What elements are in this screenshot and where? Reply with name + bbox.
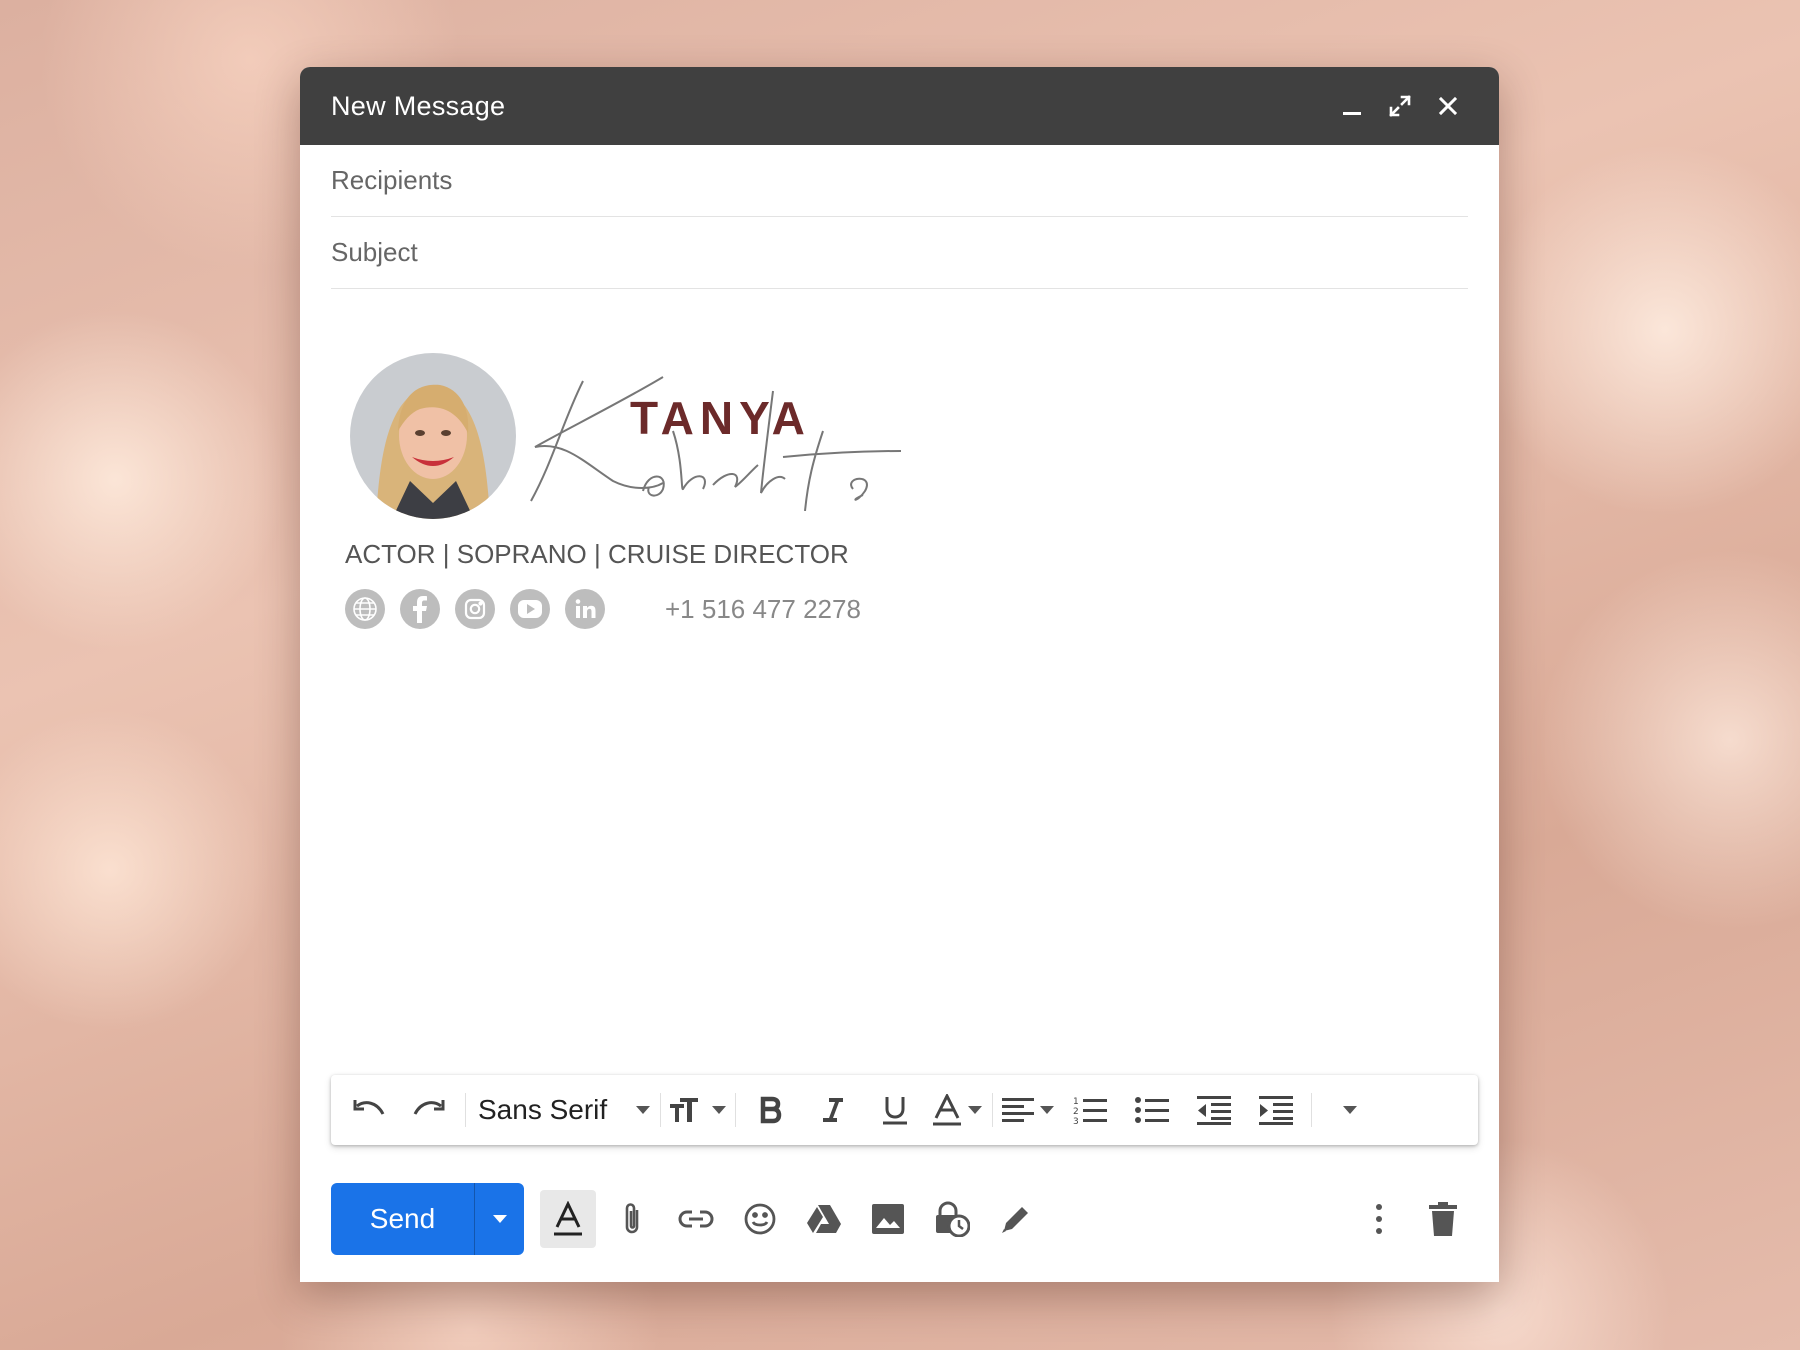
link-icon: [678, 1210, 714, 1228]
insert-link-button[interactable]: [668, 1190, 724, 1248]
linkedin-icon[interactable]: [565, 589, 605, 629]
insert-drive-button[interactable]: [796, 1190, 852, 1248]
formatting-toolbar: Sans Serif 123: [331, 1075, 1478, 1145]
undo-button[interactable]: [342, 1086, 394, 1134]
toolbar-divider: [1311, 1093, 1312, 1127]
align-button[interactable]: [1002, 1086, 1054, 1134]
font-family-select[interactable]: Sans Serif: [470, 1086, 656, 1134]
recipients-input[interactable]: [331, 165, 1468, 196]
send-button[interactable]: Send: [331, 1183, 474, 1255]
redo-button[interactable]: [404, 1086, 456, 1134]
bold-button[interactable]: [745, 1086, 797, 1134]
align-left-icon: [1002, 1098, 1034, 1122]
globe-icon[interactable]: [345, 589, 385, 629]
close-icon: [1438, 96, 1458, 116]
toolbar-divider: [735, 1093, 736, 1127]
indent-less-icon: [1197, 1096, 1231, 1125]
insert-emoji-button[interactable]: [732, 1190, 788, 1248]
indent-more-icon: [1259, 1096, 1293, 1125]
lock-clock-icon: [936, 1201, 970, 1237]
toolbar-divider: [660, 1093, 661, 1127]
svg-text:1: 1: [1073, 1097, 1079, 1107]
italic-icon: [823, 1098, 843, 1122]
numbered-list-button[interactable]: 123: [1064, 1086, 1116, 1134]
youtube-icon[interactable]: [510, 589, 550, 629]
bold-icon: [760, 1096, 782, 1124]
bulleted-list-button[interactable]: [1126, 1086, 1178, 1134]
signature-tagline: ACTOR | SOPRANO | CRUISE DIRECTOR: [345, 539, 849, 569]
chevron-down-icon: [712, 1106, 726, 1114]
more-vert-icon: [1376, 1204, 1382, 1234]
compose-bottom-toolbar: Send: [331, 1183, 1471, 1255]
send-button-group: Send: [331, 1183, 524, 1255]
chevron-down-icon: [636, 1106, 650, 1114]
redo-icon: [413, 1100, 445, 1115]
subject-field[interactable]: [331, 217, 1468, 289]
avatar: [350, 353, 516, 519]
svg-text:2: 2: [1073, 1107, 1079, 1117]
formatting-options-icon: [554, 1201, 582, 1236]
recipients-field[interactable]: [331, 145, 1468, 217]
indent-more-button[interactable]: [1250, 1086, 1302, 1134]
fullscreen-button[interactable]: [1380, 86, 1420, 126]
pen-icon: [1002, 1207, 1028, 1233]
text-size-button[interactable]: [670, 1086, 726, 1134]
schedule-send-button[interactable]: [474, 1183, 524, 1255]
minimize-icon: [1343, 112, 1361, 115]
insert-signature-button[interactable]: [988, 1190, 1044, 1248]
fullscreen-icon: [1389, 95, 1411, 117]
compose-window: New Message Recipients Subject TANYA ACT…: [300, 67, 1499, 1282]
minimize-button[interactable]: [1332, 86, 1372, 126]
italic-button[interactable]: [807, 1086, 859, 1134]
drive-icon: [807, 1205, 841, 1233]
compose-titlebar[interactable]: New Message: [300, 67, 1499, 145]
attach-files-button[interactable]: [604, 1190, 660, 1248]
signature-phone: +1 516 477 2278: [665, 593, 861, 624]
text-color-icon: [933, 1094, 961, 1126]
signature-name: TANYA: [630, 392, 811, 444]
toolbar-divider: [465, 1093, 466, 1127]
discard-draft-button[interactable]: [1415, 1190, 1471, 1248]
font-family-value: Sans Serif: [478, 1094, 608, 1125]
chevron-down-icon: [968, 1106, 982, 1114]
undo-icon: [353, 1100, 385, 1115]
underline-icon: [883, 1097, 907, 1125]
compose-title: New Message: [331, 90, 506, 121]
svg-text:3: 3: [1073, 1117, 1079, 1125]
close-button[interactable]: [1428, 86, 1468, 126]
indent-less-button[interactable]: [1188, 1086, 1240, 1134]
formatting-options-button[interactable]: [540, 1190, 596, 1248]
emoji-icon: [744, 1203, 776, 1235]
instagram-icon[interactable]: [455, 589, 495, 629]
underline-button[interactable]: [869, 1086, 921, 1134]
text-size-icon: [670, 1098, 698, 1122]
bulleted-list-icon: [1135, 1097, 1169, 1123]
chevron-down-icon: [1040, 1106, 1054, 1114]
chevron-down-icon: [1343, 1106, 1357, 1114]
more-options-button[interactable]: [1351, 1190, 1407, 1248]
numbered-list-icon: 123: [1073, 1097, 1107, 1125]
paperclip-icon: [625, 1203, 639, 1234]
subject-input[interactable]: [331, 237, 1468, 268]
chevron-down-icon: [492, 1215, 507, 1223]
image-icon: [872, 1204, 904, 1234]
insert-photo-button[interactable]: [860, 1190, 916, 1248]
toolbar-divider: [992, 1093, 993, 1127]
facebook-icon[interactable]: [400, 589, 440, 629]
more-formatting-button[interactable]: [1321, 1086, 1373, 1134]
trash-icon: [1429, 1202, 1457, 1236]
text-color-button[interactable]: [931, 1086, 983, 1134]
social-links: +1 516 477 2278: [345, 589, 861, 629]
confidential-mode-button[interactable]: [924, 1190, 980, 1248]
